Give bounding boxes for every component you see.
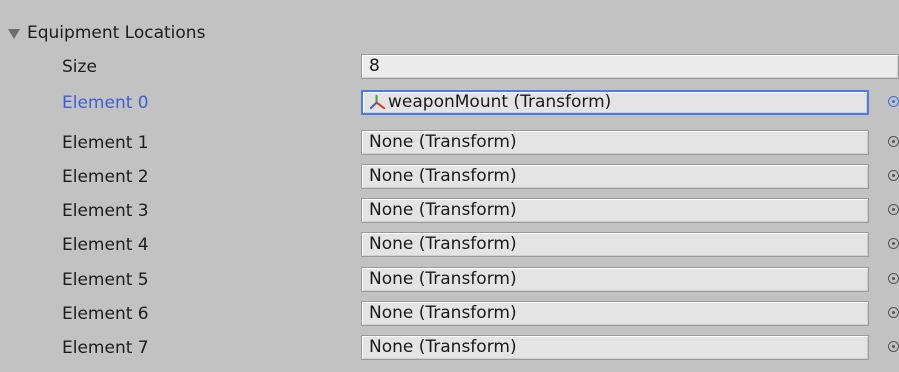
element-6-object-field[interactable]: None (Transform) <box>361 301 869 326</box>
element-1-value: None (Transform) <box>369 132 517 152</box>
object-picker-icon[interactable] <box>888 136 899 147</box>
transform-icon <box>369 94 386 110</box>
element-5-value: None (Transform) <box>369 269 517 289</box>
element-6-row: Element 6 None (Transform) <box>0 299 899 329</box>
element-1-object-field[interactable]: None (Transform) <box>361 130 869 155</box>
element-5-object-field[interactable]: None (Transform) <box>361 267 869 292</box>
element-6-label: Element 6 <box>62 304 149 324</box>
size-value: 8 <box>369 56 380 76</box>
element-3-row: Element 3 None (Transform) <box>0 196 899 226</box>
object-picker-icon[interactable] <box>888 273 899 284</box>
foldout-label: Equipment Locations <box>27 23 206 43</box>
element-2-row: Element 2 None (Transform) <box>0 162 899 192</box>
element-6-value: None (Transform) <box>369 303 517 323</box>
element-5-row: Element 5 None (Transform) <box>0 265 899 295</box>
object-picker-icon[interactable] <box>888 341 899 352</box>
element-7-value: None (Transform) <box>369 337 517 357</box>
element-2-value: None (Transform) <box>369 166 517 186</box>
object-picker-icon[interactable] <box>888 238 899 249</box>
element-4-label: Element 4 <box>62 235 149 255</box>
object-picker-icon[interactable] <box>888 170 899 181</box>
object-picker-icon[interactable] <box>888 204 899 215</box>
element-0-value: weaponMount (Transform) <box>388 92 612 112</box>
element-3-object-field[interactable]: None (Transform) <box>361 198 869 223</box>
size-input[interactable]: 8 <box>361 54 899 79</box>
element-4-row: Element 4 None (Transform) <box>0 230 899 260</box>
object-picker-icon[interactable] <box>888 96 899 107</box>
element-2-label: Element 2 <box>62 167 149 187</box>
element-7-object-field[interactable]: None (Transform) <box>361 335 869 360</box>
size-label: Size <box>62 57 97 77</box>
element-0-label: Element 0 <box>62 93 149 113</box>
object-picker-icon[interactable] <box>888 307 899 318</box>
element-1-row: Element 1 None (Transform) <box>0 128 899 158</box>
element-3-value: None (Transform) <box>369 200 517 220</box>
element-0-object-field[interactable]: weaponMount (Transform) <box>361 90 869 115</box>
element-5-label: Element 5 <box>62 270 149 290</box>
element-3-label: Element 3 <box>62 201 149 221</box>
element-4-value: None (Transform) <box>369 234 517 254</box>
size-row: Size 8 <box>0 52 899 82</box>
equipment-locations-foldout[interactable]: Equipment Locations <box>8 20 205 46</box>
inspector-panel: Equipment Locations Size 8 Element 0 wea… <box>0 0 899 372</box>
element-1-label: Element 1 <box>62 133 149 153</box>
element-7-row: Element 7 None (Transform) <box>0 333 899 363</box>
element-2-object-field[interactable]: None (Transform) <box>361 164 869 189</box>
element-7-label: Element 7 <box>62 338 149 358</box>
foldout-arrow-down-icon[interactable] <box>8 29 20 39</box>
element-4-object-field[interactable]: None (Transform) <box>361 232 869 257</box>
element-0-row: Element 0 weaponMount (Transform) <box>0 88 899 118</box>
